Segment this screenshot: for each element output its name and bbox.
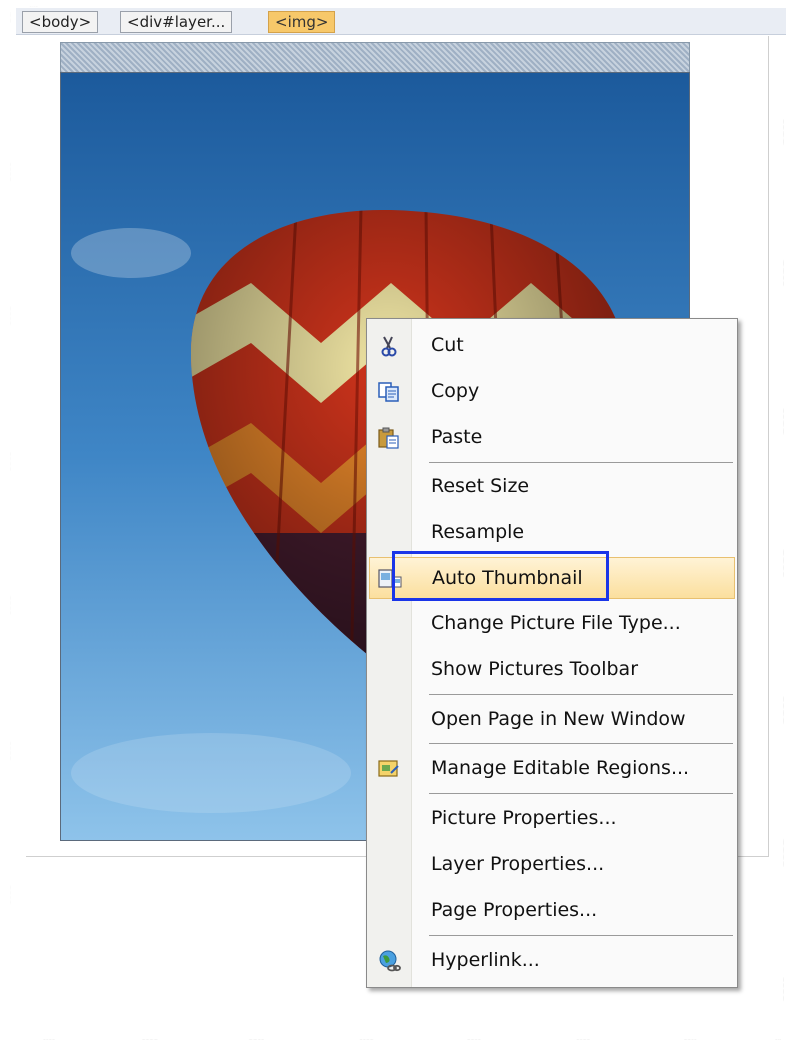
menu-item-reset-size[interactable]: Reset Size [369,466,735,508]
menu-item-page-properties[interactable]: Page Properties... [369,890,735,932]
tag-img[interactable]: <img> [268,11,336,33]
menu-item-change-picture-file-type[interactable]: Change Picture File Type... [369,603,735,645]
menu-item-auto-thumbnail[interactable]: Auto Thumbnail [369,557,735,599]
tag-div-layer[interactable]: <div#layer... [120,11,233,33]
clipboard-icon [377,426,401,450]
menu-item-open-page-new-window[interactable]: Open Page in New Window [369,699,735,741]
menu-separator [429,743,733,744]
menu-item-label: Show Pictures Toolbar [431,658,639,680]
menu-item-label: Resample [431,521,525,543]
menu-item-resample[interactable]: Resample [369,512,735,554]
menu-item-show-pictures-toolbar[interactable]: Show Pictures Toolbar [369,649,735,691]
menu-item-label: Reset Size [431,475,530,497]
menu-item-label: Copy [431,380,480,402]
menu-separator [429,935,733,936]
menu-item-label: Layer Properties... [431,853,605,875]
menu-item-cut[interactable]: Cut [369,325,735,367]
menu-item-manage-editable-regions[interactable]: Manage Editable Regions... [369,748,735,790]
menu-separator [429,694,733,695]
menu-item-label: Manage Editable Regions... [431,757,690,779]
layer-hatch-border [60,42,690,74]
menu-item-picture-properties[interactable]: Picture Properties... [369,798,735,840]
tag-selector-bar: <body> <div#layer... <img> [16,8,786,35]
menu-item-label: Auto Thumbnail [432,567,583,589]
menu-item-hyperlink[interactable]: Hyperlink... [369,940,735,982]
menu-item-layer-properties[interactable]: Layer Properties... [369,844,735,886]
regions-icon [377,757,401,781]
menu-separator [429,462,733,463]
globe-link-icon [377,949,401,973]
menu-item-label: Cut [431,334,464,356]
menu-item-label: Paste [431,426,483,448]
menu-separator [429,793,733,794]
thumbnail-icon [378,567,402,591]
tag-body[interactable]: <body> [22,11,99,33]
menu-item-copy[interactable]: Copy [369,371,735,413]
menu-item-paste[interactable]: Paste [369,417,735,459]
menu-item-label: Page Properties... [431,899,598,921]
menu-item-label: Picture Properties... [431,807,617,829]
copy-icon [377,380,401,404]
menu-item-label: Change Picture File Type... [431,612,681,634]
menu-item-label: Open Page in New Window [431,708,686,730]
scissors-icon [377,334,401,358]
context-menu: Cut Copy Paste Reset Size Resample Auto … [366,318,738,988]
menu-item-label: Hyperlink... [431,949,540,971]
